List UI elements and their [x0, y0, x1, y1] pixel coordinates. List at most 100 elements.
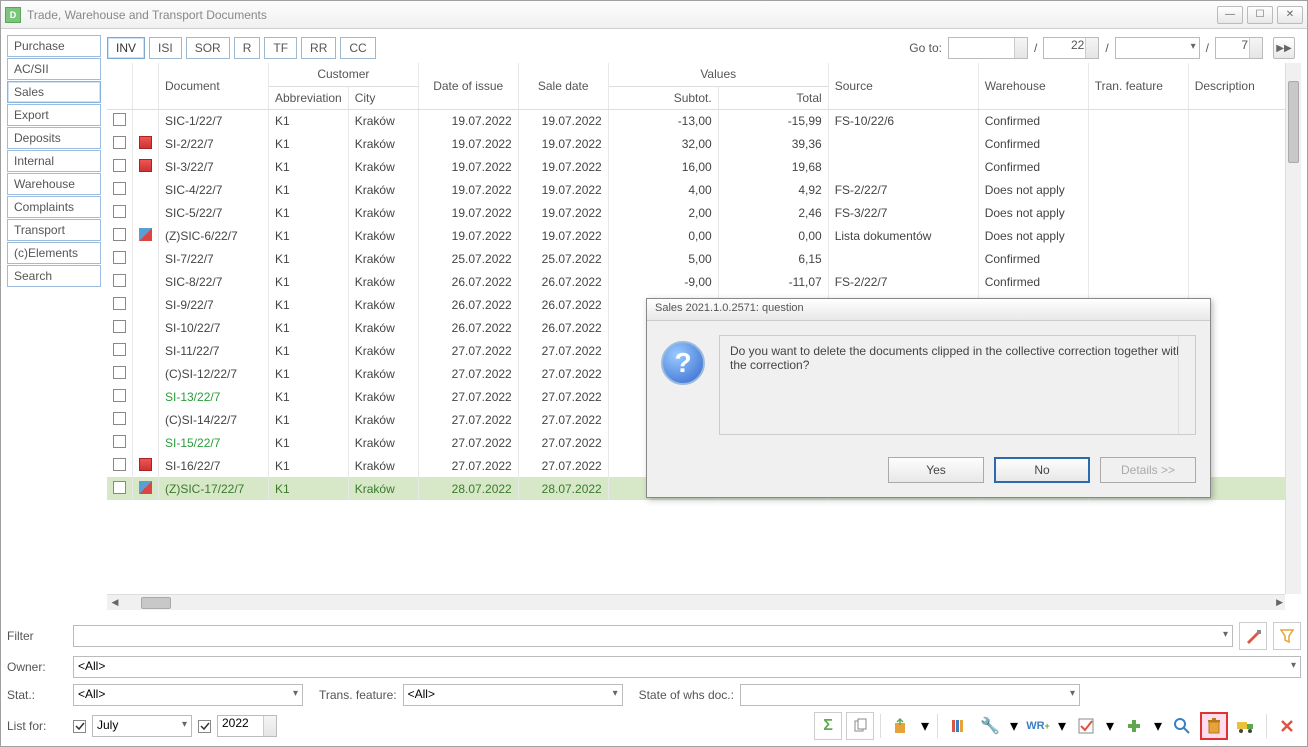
row-checkbox[interactable] [113, 366, 126, 379]
tab-cc[interactable]: CC [340, 37, 375, 59]
col-subtot[interactable]: Subtot. [608, 86, 718, 109]
check-button[interactable] [1072, 712, 1100, 740]
row-checkbox[interactable] [113, 481, 126, 494]
sidebar-item-complaints[interactable]: Complaints [7, 196, 101, 218]
copy-button[interactable] [846, 712, 874, 740]
listfor-year[interactable]: 2022 [217, 715, 277, 737]
goto-go-button[interactable]: ▶▶ [1273, 37, 1295, 59]
wr-dropdown[interactable]: ▾ [1056, 712, 1068, 740]
tab-tf[interactable]: TF [264, 37, 297, 59]
row-checkbox[interactable] [113, 343, 126, 356]
minimize-button[interactable]: — [1217, 6, 1243, 24]
pdf-icon [139, 458, 152, 471]
table-row[interactable]: SI-2/22/7K1Kraków19.07.202219.07.202232,… [107, 132, 1301, 155]
filter-input[interactable] [73, 625, 1233, 647]
listfor-month[interactable]: July [92, 715, 192, 737]
col-document[interactable]: Document [159, 63, 269, 109]
sidebar-item-transport[interactable]: Transport [7, 219, 101, 241]
row-checkbox[interactable] [113, 274, 126, 287]
wr-button[interactable]: WR+ [1024, 712, 1052, 740]
export-dropdown[interactable]: ▾ [919, 712, 931, 740]
table-row[interactable]: SIC-4/22/7K1Kraków19.07.202219.07.20224,… [107, 178, 1301, 201]
close-button[interactable]: ✕ [1277, 6, 1303, 24]
table-row[interactable]: SIC-1/22/7K1Kraków19.07.202219.07.2022-1… [107, 109, 1301, 132]
tab-sor[interactable]: SOR [186, 37, 230, 59]
close-panel-button[interactable] [1273, 712, 1301, 740]
col-values[interactable]: Values [608, 63, 828, 86]
table-row[interactable]: SIC-5/22/7K1Kraków19.07.202219.07.20222,… [107, 201, 1301, 224]
owner-select[interactable]: <All> [73, 656, 1301, 678]
col-city[interactable]: City [348, 86, 418, 109]
filter-builder-button[interactable] [1273, 622, 1301, 650]
row-checkbox[interactable] [113, 412, 126, 425]
col-tranfeature[interactable]: Tran. feature [1088, 63, 1188, 109]
maximize-button[interactable]: ☐ [1247, 6, 1273, 24]
col-warehouse[interactable]: Warehouse [978, 63, 1088, 109]
goto-field-1[interactable] [948, 37, 1028, 59]
dialog-yes-button[interactable]: Yes [888, 457, 984, 483]
tab-isi[interactable]: ISI [149, 37, 182, 59]
scrollbar-horizontal[interactable]: ◀ ▶ [107, 594, 1285, 610]
sidebar-item-warehouse[interactable]: Warehouse [7, 173, 101, 195]
sidebar-item-search[interactable]: Search [7, 265, 101, 287]
goto-field-4[interactable]: 7 [1215, 37, 1263, 59]
row-checkbox[interactable] [113, 458, 126, 471]
row-checkbox[interactable] [113, 389, 126, 402]
col-customer[interactable]: Customer [269, 63, 419, 86]
col-source[interactable]: Source [828, 63, 978, 109]
listfor-year-check[interactable] [198, 720, 211, 733]
check-dropdown[interactable]: ▾ [1104, 712, 1116, 740]
row-checkbox[interactable] [113, 251, 126, 264]
search-button[interactable] [1168, 712, 1196, 740]
row-checkbox[interactable] [113, 297, 126, 310]
table-row[interactable]: SI-7/22/7K1Kraków25.07.202225.07.20225,0… [107, 247, 1301, 270]
sidebar-item-internal[interactable]: Internal [7, 150, 101, 172]
col-description[interactable]: Description [1188, 63, 1300, 109]
dialog-details-button[interactable]: Details >> [1100, 457, 1196, 483]
scrollbar-vertical[interactable] [1285, 63, 1301, 594]
statewhs-label: State of whs doc.: [639, 688, 734, 702]
row-checkbox[interactable] [113, 136, 126, 149]
dialog-no-button[interactable]: No [994, 457, 1090, 483]
sidebar-item-deposits[interactable]: Deposits [7, 127, 101, 149]
filter-clear-button[interactable] [1239, 622, 1267, 650]
tab-rr[interactable]: RR [301, 37, 336, 59]
table-row[interactable]: SIC-8/22/7K1Kraków26.07.202226.07.2022-9… [107, 270, 1301, 293]
goto-field-3[interactable] [1115, 37, 1200, 59]
col-issue[interactable]: Date of issue [418, 63, 518, 109]
dialog-title: Sales 2021.1.0.2571: question [647, 299, 1210, 321]
goto-field-2[interactable]: 22 [1043, 37, 1099, 59]
row-checkbox[interactable] [113, 320, 126, 333]
export-button[interactable] [887, 712, 915, 740]
col-total[interactable]: Total [718, 86, 828, 109]
row-checkbox[interactable] [113, 182, 126, 195]
tools-button[interactable]: 🔧 [976, 712, 1004, 740]
tab-inv[interactable]: INV [107, 37, 145, 59]
listfor-month-check[interactable] [73, 720, 86, 733]
tab-r[interactable]: R [234, 37, 261, 59]
add-dropdown[interactable]: ▾ [1152, 712, 1164, 740]
sidebar-item-celements[interactable]: (c)Elements [7, 242, 101, 264]
table-row[interactable]: (Z)SIC-6/22/7K1Kraków19.07.202219.07.202… [107, 224, 1301, 247]
tools-dropdown[interactable]: ▾ [1008, 712, 1020, 740]
sidebar-item-export[interactable]: Export [7, 104, 101, 126]
col-abbrev[interactable]: Abbreviation [269, 86, 349, 109]
table-row[interactable]: SI-3/22/7K1Kraków19.07.202219.07.202216,… [107, 155, 1301, 178]
sidebar-item-purchase[interactable]: Purchase [7, 35, 101, 57]
trans-select[interactable]: <All> [403, 684, 623, 706]
stat-select[interactable]: <All> [73, 684, 303, 706]
truck-button[interactable] [1232, 712, 1260, 740]
delete-button[interactable] [1200, 712, 1228, 740]
row-checkbox[interactable] [113, 159, 126, 172]
sidebar-item-acsii[interactable]: AC/SII [7, 58, 101, 80]
sidebar-item-sales[interactable]: Sales [7, 81, 101, 103]
statewhs-select[interactable] [740, 684, 1080, 706]
columns-button[interactable] [944, 712, 972, 740]
sum-button[interactable]: Σ [814, 712, 842, 740]
col-sale[interactable]: Sale date [518, 63, 608, 109]
row-checkbox[interactable] [113, 205, 126, 218]
add-button[interactable] [1120, 712, 1148, 740]
row-checkbox[interactable] [113, 113, 126, 126]
row-checkbox[interactable] [113, 435, 126, 448]
row-checkbox[interactable] [113, 228, 126, 241]
